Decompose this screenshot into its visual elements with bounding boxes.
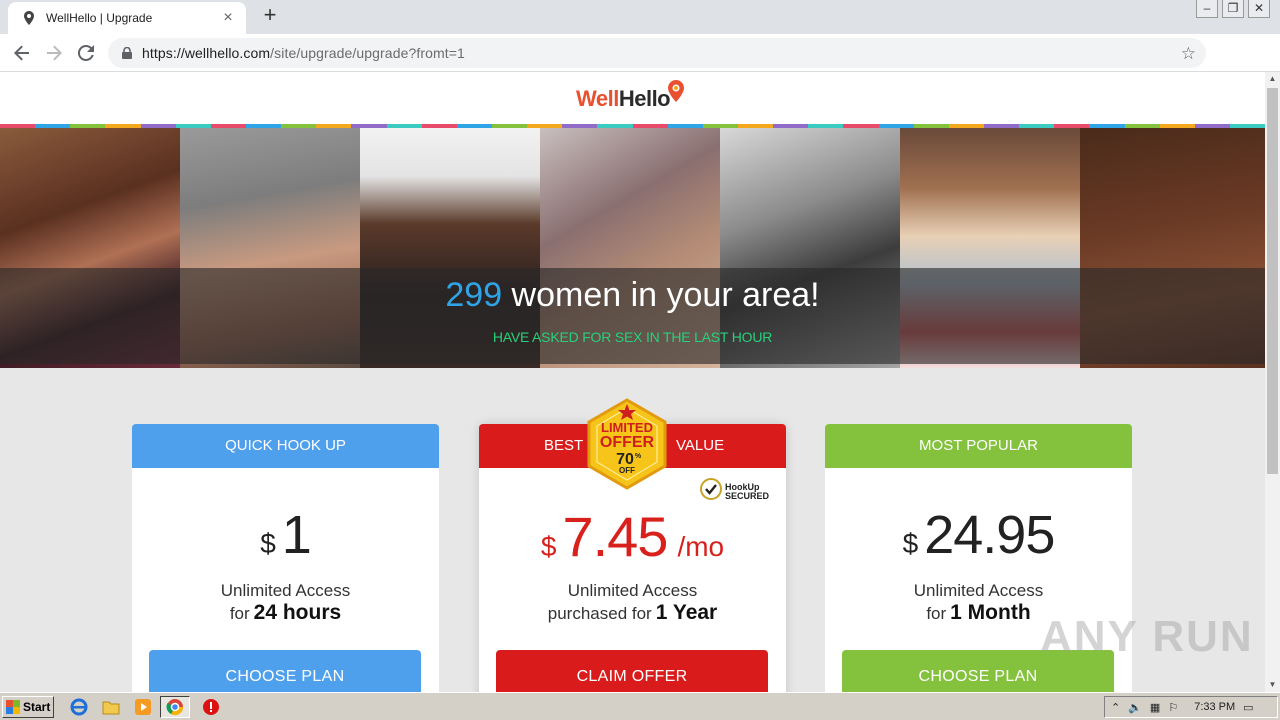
secured-line2: SECURED — [725, 490, 770, 501]
hero-title: 299 women in your area! — [0, 276, 1265, 315]
currency-symbol: $ — [540, 531, 557, 562]
secured-text: HookUp SECURED — [725, 482, 770, 501]
duration-prefix: for — [926, 604, 947, 623]
start-label: Start — [23, 699, 51, 714]
restore-button[interactable]: ❐ — [1222, 0, 1244, 18]
back-arrow-icon[interactable] — [6, 37, 38, 69]
tab-title: WellHello | Upgrade — [46, 11, 153, 25]
currency-symbol: $ — [902, 528, 919, 559]
plan-duration: purchased for 1 Year — [479, 601, 786, 625]
hookup-secured-seal: HookUp SECURED — [700, 478, 769, 505]
plan-duration: for 24 hours — [132, 601, 439, 625]
limited-offer-badge-icon: LIMITED OFFER 70 % OFF — [585, 398, 669, 490]
media-player-icon[interactable] — [132, 696, 154, 718]
url-text: https://wellhello.com/site/upgrade/upgra… — [142, 45, 465, 61]
duration-value: 1 Month — [950, 601, 1031, 624]
logo-well: Well — [576, 86, 619, 111]
tray-chevron-icon[interactable]: ⌃ — [1111, 701, 1120, 714]
volume-icon[interactable]: 🔈 — [1128, 701, 1142, 714]
wellhello-logo[interactable]: WellHello — [576, 80, 685, 112]
claim-offer-button[interactable]: CLAIM OFFER — [496, 650, 768, 692]
system-tray: ⌃ 🔈 ▦ ⚐ 7:33 PM ▭ — [1104, 696, 1278, 718]
scroll-down-arrow-icon[interactable]: ▼ — [1265, 678, 1280, 692]
plan-price: $7.45/mo — [479, 504, 786, 569]
plan-description: Unlimited Access — [220, 581, 351, 600]
scrollbar-thumb[interactable] — [1267, 88, 1278, 474]
plan-price: $24.95 — [825, 504, 1132, 566]
price-amount: 24.95 — [924, 505, 1055, 565]
stop-sign-icon[interactable] — [200, 696, 222, 718]
badge-off: OFF — [619, 466, 635, 475]
duration-prefix: for — [229, 604, 250, 623]
duration-value: 24 hours — [253, 601, 342, 624]
plan-header: MOST POPULAR — [825, 424, 1132, 468]
header-best: BEST — [544, 437, 584, 454]
plan-card-quick-hookup: QUICK HOOK UP $1 Unlimited Access for 24 … — [132, 424, 439, 692]
address-bar[interactable]: https://wellhello.com/site/upgrade/upgra… — [108, 38, 1206, 68]
window-controls: – ❐ ✕ — [1196, 0, 1270, 18]
windows-taskbar: Start ⌃ 🔈 ▦ ⚐ 7:33 PM ▭ — [0, 692, 1280, 720]
hero-subtitle: HAVE ASKED FOR SEX IN THE LAST HOUR — [492, 329, 773, 345]
currency-symbol: $ — [260, 528, 276, 559]
hero-title-text: women in your area! — [502, 276, 820, 314]
plan-description: Unlimited Access — [913, 581, 1044, 600]
price-amount: 1 — [281, 505, 312, 565]
windows-logo-icon — [6, 699, 20, 714]
plan-header: QUICK HOOK UP — [132, 424, 439, 468]
folder-icon[interactable] — [100, 696, 122, 718]
show-desktop-icon[interactable]: ▭ — [1243, 701, 1253, 714]
badge-line2: OFFER — [600, 434, 655, 451]
choose-plan-button[interactable]: CHOOSE PLAN — [149, 650, 421, 692]
minimize-button[interactable]: – — [1196, 0, 1218, 18]
hero-count: 299 — [445, 276, 503, 314]
url-host: https://wellhello.com — [142, 45, 271, 61]
plan-card-best-value: BEST VALUE LIMITED OFFER 70 % OFF HookUp… — [479, 398, 786, 692]
internet-explorer-icon[interactable] — [68, 696, 90, 718]
network-icon[interactable]: ▦ — [1150, 701, 1160, 714]
chrome-taskbar-icon[interactable] — [160, 695, 190, 718]
duration-value: 1 Year — [655, 601, 718, 624]
logo-hello: Hello — [618, 86, 671, 111]
browser-toolbar: https://wellhello.com/site/upgrade/upgra… — [0, 34, 1280, 97]
close-window-button[interactable]: ✕ — [1248, 0, 1270, 18]
lock-icon — [120, 46, 134, 60]
reload-icon[interactable] — [70, 37, 102, 69]
page-viewport: WellHello 299 women in your area! HAVE A… — [0, 72, 1265, 692]
bookmark-star-icon[interactable]: ☆ — [1181, 44, 1196, 64]
url-path: /site/upgrade/upgrade?fromt=1 — [270, 45, 465, 61]
page-scrollbar[interactable]: ▲ ▼ — [1265, 72, 1280, 692]
new-tab-button[interactable]: + — [258, 4, 282, 28]
duration-prefix: purchased for — [547, 604, 652, 623]
price-amount: 7.45 — [562, 505, 668, 568]
plan-description: Unlimited Access — [567, 581, 698, 600]
scroll-up-arrow-icon[interactable]: ▲ — [1265, 72, 1280, 86]
header-value: VALUE — [676, 437, 725, 454]
price-period: /mo — [677, 531, 725, 562]
browser-tab[interactable]: WellHello | Upgrade × — [8, 2, 246, 34]
checkmark-seal-icon — [700, 478, 722, 505]
hero-banner: 299 women in your area! HAVE ASKED FOR S… — [0, 128, 1265, 368]
browser-tab-strip: WellHello | Upgrade × + – ❐ ✕ — [0, 0, 1280, 34]
forward-arrow-icon[interactable] — [38, 37, 70, 69]
site-header: WellHello — [0, 72, 1265, 124]
badge-percent-sign: % — [635, 453, 642, 460]
badge-line1: LIMITED — [601, 420, 653, 435]
anyrun-watermark: ANY RUN — [1040, 612, 1254, 661]
clock[interactable]: 7:33 PM — [1194, 701, 1235, 713]
tab-close-icon[interactable]: × — [220, 10, 236, 26]
location-pin-icon — [22, 11, 36, 25]
plan-price: $1 — [132, 504, 439, 566]
logo-pin-icon — [668, 80, 685, 108]
start-button[interactable]: Start — [2, 695, 54, 718]
flag-icon[interactable]: ⚐ — [1168, 701, 1178, 714]
